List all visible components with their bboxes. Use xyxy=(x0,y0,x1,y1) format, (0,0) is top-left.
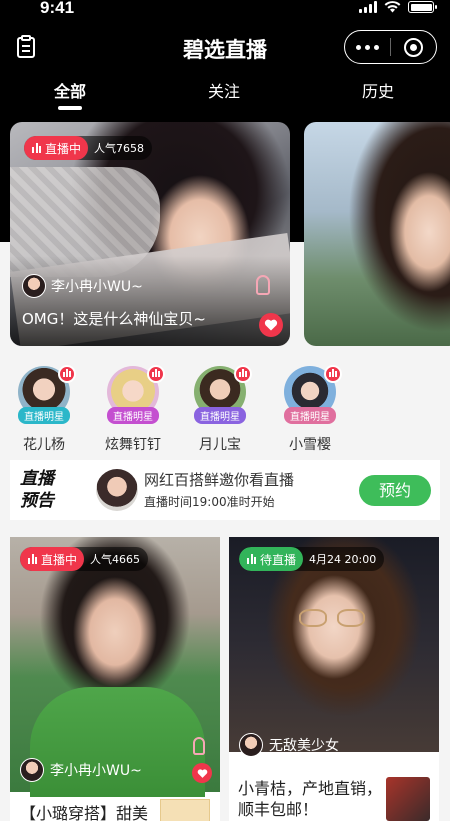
live-label: 直播中 xyxy=(24,136,89,160)
star-item[interactable]: 直播明星 小雪樱 xyxy=(270,365,350,454)
tab-history[interactable]: 历史 xyxy=(338,78,418,102)
product-thumbnail[interactable] xyxy=(160,799,210,821)
live-stars-row: 直播明星 花儿杨 直播明星 炫舞钉钉 直播明星 月儿宝 直播明星 小雪樱 xyxy=(0,360,450,453)
live-preview-bar: 直播 预告 网红百搭鲜邀你看直播 直播时间19:00准时开始 预约 xyxy=(10,460,440,520)
live-preview-logo: 直播 预告 xyxy=(20,469,54,511)
star-name: 花儿杨 xyxy=(23,437,65,453)
product-thumbnail[interactable] xyxy=(386,777,430,821)
heart-icon xyxy=(197,768,207,778)
streamer-name: 无敌美少女 xyxy=(269,738,339,754)
upcoming-live-card[interactable]: 待直播 4月24 20:00 无敌美少女 小青桔，产地直销，顺丰包邮！ xyxy=(229,537,439,821)
live-bars-icon xyxy=(247,554,256,564)
tab-bar: 全部 关注 历史 xyxy=(0,76,450,116)
wifi-icon xyxy=(384,1,401,13)
gift-animation-icon xyxy=(256,275,270,295)
live-dot-icon xyxy=(324,365,342,383)
pending-status-badge: 待直播 4月24 20:00 xyxy=(239,547,385,571)
reserve-button[interactable]: 预约 xyxy=(359,475,431,506)
live-dot-icon xyxy=(58,365,76,383)
like-button[interactable] xyxy=(192,763,212,783)
featured-live-card[interactable]: 直播中 人气7658 李小冉小WU~ OMG！这是什么神仙宝贝~ xyxy=(10,122,290,346)
star-tag: 直播明星 xyxy=(18,407,70,424)
live-stream-page: 9:41 碧选直播 全部 关注 历史 直播中 人气7658 李小冉小WU~ OM… xyxy=(0,0,450,821)
star-item[interactable]: 直播明星 炫舞钉钉 xyxy=(93,365,173,454)
star-name: 炫舞钉钉 xyxy=(105,437,161,453)
status-bar: 9:41 xyxy=(0,0,450,22)
avatar xyxy=(239,733,263,757)
star-item[interactable]: 直播明星 花儿杨 xyxy=(4,365,84,454)
avatar xyxy=(22,274,46,298)
heart-icon xyxy=(264,319,278,331)
tab-all[interactable]: 全部 xyxy=(30,78,110,102)
status-time: 9:41 xyxy=(40,0,75,17)
live-status-badge: 直播中 人气4665 xyxy=(20,547,149,571)
star-name: 月儿宝 xyxy=(199,437,241,453)
streamer-info[interactable]: 李小冉小WU~ xyxy=(20,758,142,782)
popularity-count: 人气7658 xyxy=(94,142,145,155)
star-tag: 直播明星 xyxy=(284,407,336,424)
popularity-count: 人气4665 xyxy=(90,553,141,566)
star-item[interactable]: 直播明星 月儿宝 xyxy=(180,365,260,454)
live-title: OMG！这是什么神仙宝贝~ xyxy=(22,310,206,328)
live-dot-icon xyxy=(234,365,252,383)
status-icons xyxy=(359,1,437,13)
next-live-card[interactable] xyxy=(304,122,450,346)
like-button[interactable] xyxy=(259,313,283,337)
live-bars-icon xyxy=(32,143,41,153)
nav-bar: 碧选直播 xyxy=(0,26,450,70)
live-label: 直播中 xyxy=(20,547,85,571)
streamer-name: 李小冉小WU~ xyxy=(50,763,142,779)
avatar xyxy=(96,469,138,511)
streamer-name: 李小冉小WU~ xyxy=(51,279,143,295)
battery-icon xyxy=(408,1,437,13)
live-dot-icon xyxy=(147,365,165,383)
star-name: 小雪樱 xyxy=(289,437,331,453)
star-tag: 直播明星 xyxy=(194,407,246,424)
active-tab-indicator xyxy=(58,106,82,110)
live-cover xyxy=(10,537,220,797)
more-icon[interactable] xyxy=(345,44,390,50)
live-caption: 小青桔，产地直销，顺丰包邮！ xyxy=(238,779,383,819)
signal-icon xyxy=(359,1,377,13)
gift-animation-icon xyxy=(193,737,205,755)
live-caption: 【小璐穿搭】甜美 xyxy=(20,804,149,821)
avatar xyxy=(20,758,44,782)
preview-title: 网红百搭鲜邀你看直播 xyxy=(144,471,295,489)
mini-program-capsule xyxy=(344,30,437,64)
streamer-info[interactable]: 无敌美少女 xyxy=(239,733,339,757)
scheduled-time: 4月24 20:00 xyxy=(309,553,377,566)
streamer-info[interactable]: 李小冉小WU~ xyxy=(22,274,143,298)
live-card[interactable]: 直播中 人气4665 李小冉小WU~ 【小璐穿搭】甜美 xyxy=(10,537,220,821)
pending-label: 待直播 xyxy=(239,547,304,571)
live-bars-icon xyxy=(28,554,37,564)
tab-following[interactable]: 关注 xyxy=(184,78,264,102)
live-status-badge: 直播中 人气7658 xyxy=(24,136,153,160)
star-tag: 直播明星 xyxy=(107,407,159,424)
preview-time: 直播时间19:00准时开始 xyxy=(144,495,275,509)
target-icon xyxy=(404,37,423,57)
close-mini-program-button[interactable] xyxy=(391,37,436,57)
